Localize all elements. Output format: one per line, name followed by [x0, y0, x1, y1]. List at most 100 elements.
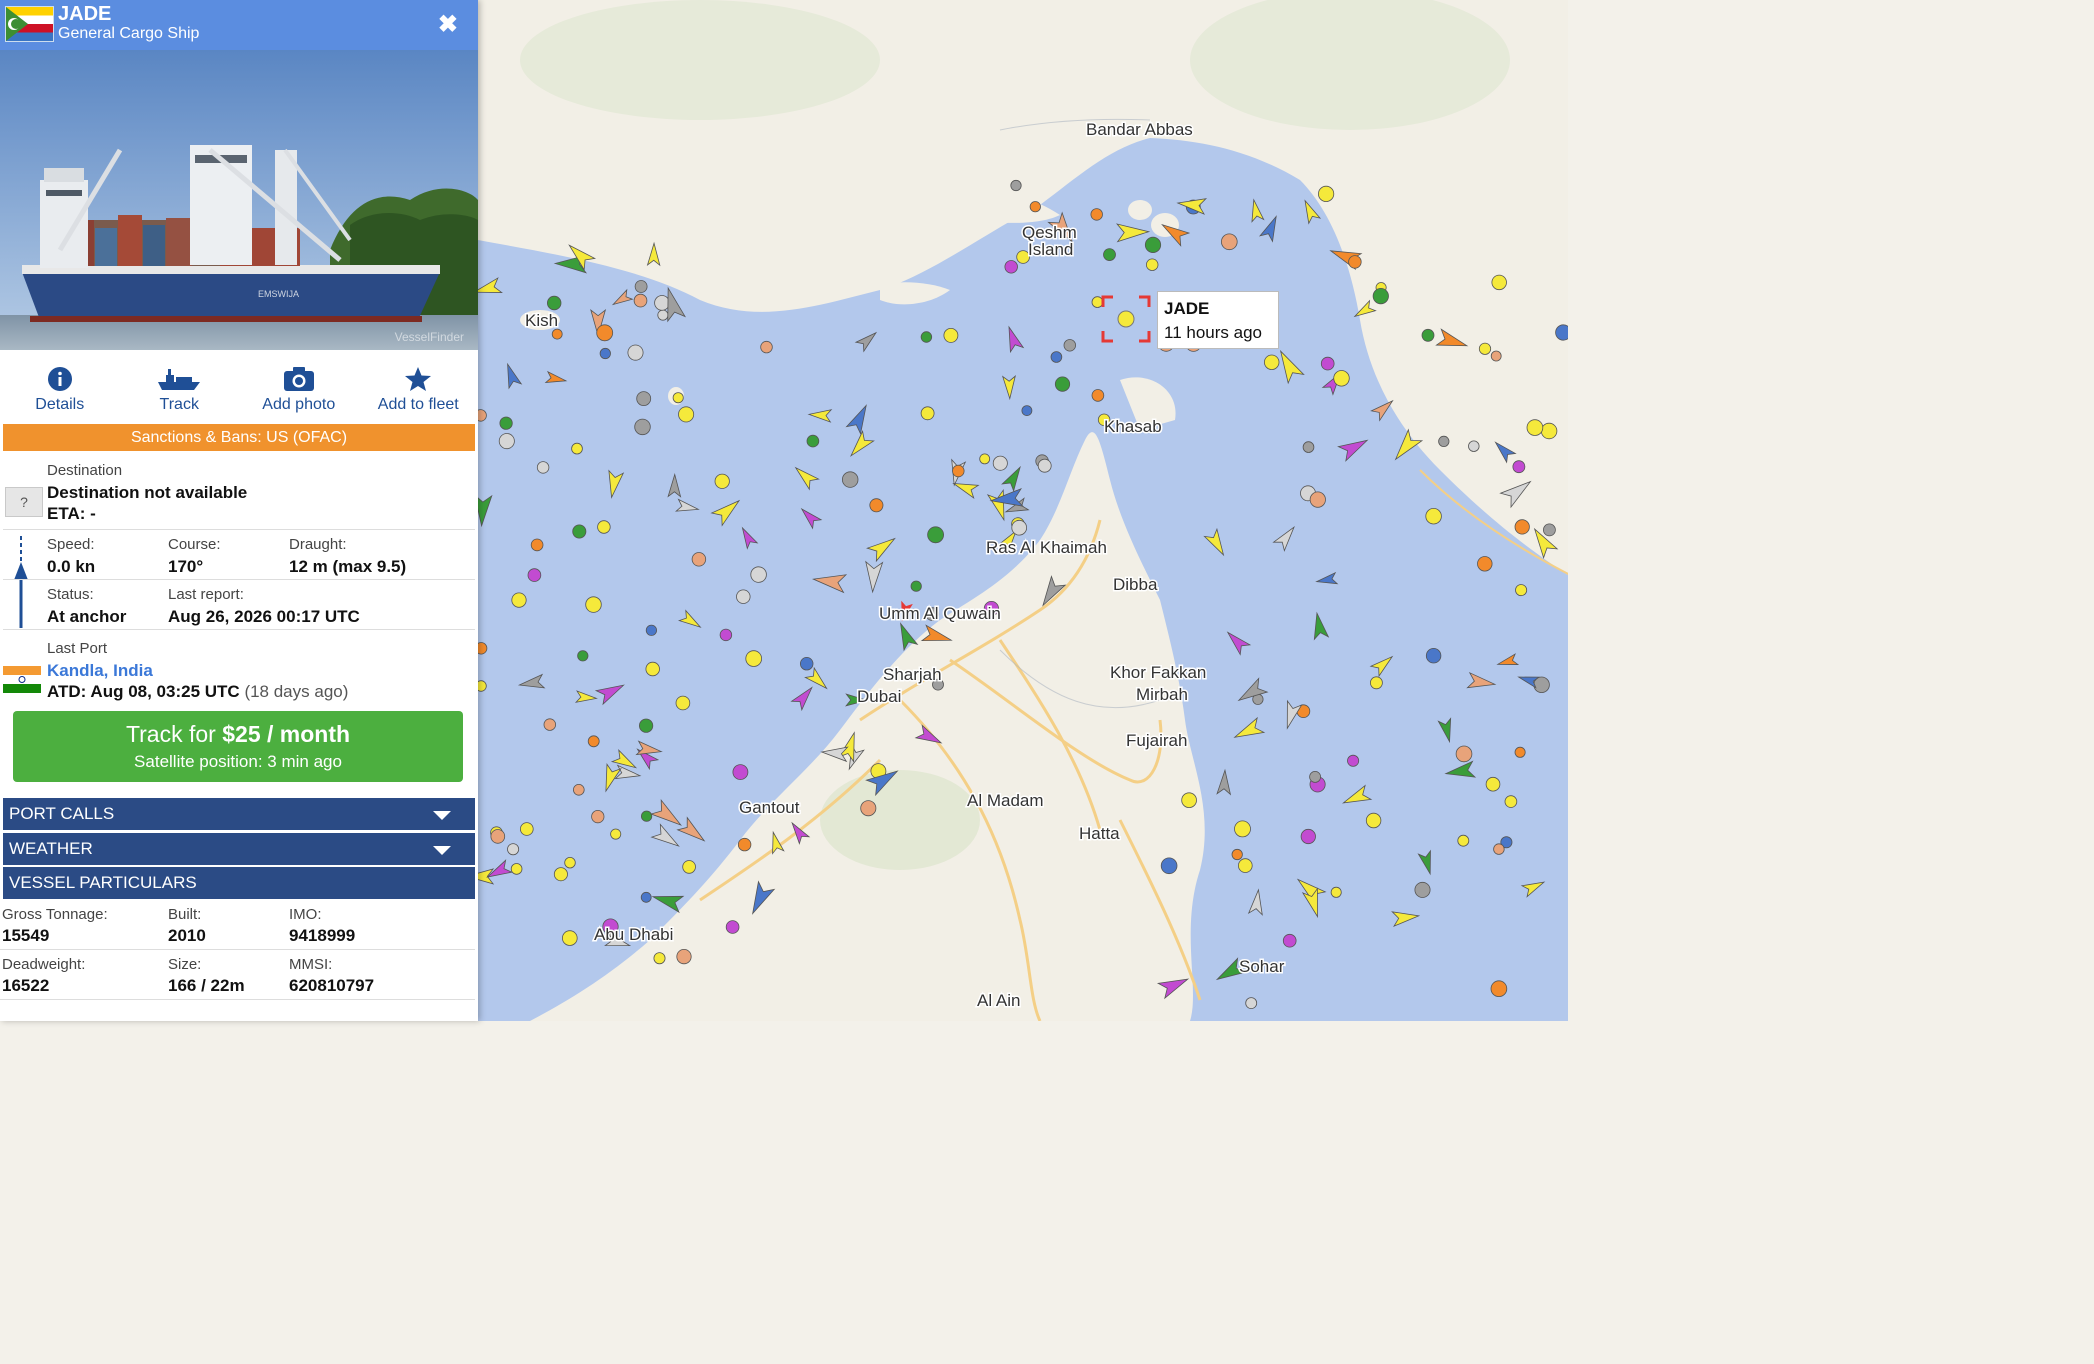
vessel-marker[interactable]	[1372, 287, 1389, 305]
vessel-marker[interactable]	[750, 566, 767, 583]
vessel-marker[interactable]	[1091, 389, 1105, 402]
vessel-marker[interactable]	[1478, 342, 1492, 355]
vessel-marker[interactable]	[1370, 676, 1383, 690]
vessel-marker[interactable]	[478, 409, 487, 422]
vessel-marker[interactable]	[591, 809, 605, 824]
vessel-marker[interactable]	[842, 471, 859, 488]
vessel-marker[interactable]	[564, 857, 576, 869]
close-icon[interactable]: ✖	[438, 10, 458, 39]
vessel-marker[interactable]	[736, 589, 751, 604]
vessel-marker[interactable]	[1504, 795, 1518, 808]
vessel-marker[interactable]	[1425, 648, 1442, 664]
vessel-marker[interactable]	[691, 552, 707, 567]
vessel-marker[interactable]	[478, 680, 487, 692]
vessel-marker[interactable]	[1221, 233, 1238, 251]
vessel-marker[interactable]	[1021, 405, 1033, 417]
vessel-marker[interactable]	[1309, 771, 1321, 783]
vessel-marker[interactable]	[1526, 419, 1544, 436]
vessel-marker[interactable]	[1490, 350, 1502, 362]
selected-vessel-marker[interactable]	[1101, 295, 1151, 343]
vessel-marker[interactable]	[530, 538, 544, 552]
vessel-marker[interactable]	[1231, 848, 1243, 861]
vessel-marker[interactable]	[1543, 523, 1556, 537]
vessel-marker[interactable]	[610, 828, 622, 840]
last-port-link[interactable]: Kandla, India	[47, 661, 153, 681]
vessel-marker[interactable]	[1477, 556, 1493, 572]
map-view[interactable]: Bandar Abbas Qeshm Island Kish Khasab Ras Al …	[478, 0, 1568, 1021]
vessel-marker[interactable]	[1145, 258, 1159, 271]
vessel-marker[interactable]	[571, 442, 583, 455]
vessel-marker[interactable]	[1512, 460, 1526, 474]
vessel-marker[interactable]	[1309, 491, 1326, 508]
vessel-marker[interactable]	[943, 327, 959, 343]
vessel-marker[interactable]	[992, 455, 1008, 471]
vessel-marker[interactable]	[745, 650, 762, 667]
map-canvas[interactable]: Bandar AbbasQeshmIslandKishKhasabRas Al …	[478, 0, 1568, 1021]
vessel-marker[interactable]	[478, 642, 488, 655]
vessel-marker[interactable]	[952, 464, 965, 478]
vessel-marker[interactable]	[1555, 324, 1568, 341]
vessel-marker[interactable]	[910, 580, 922, 592]
vessel-photo[interactable]: EMSWIJA VesselFinder	[0, 50, 478, 350]
vessel-marker[interactable]	[1514, 746, 1526, 758]
vessel-marker[interactable]	[1263, 354, 1280, 371]
details-button[interactable]: Details	[0, 350, 120, 422]
vessel-marker[interactable]	[1330, 886, 1342, 898]
vessel-marker[interactable]	[1238, 858, 1253, 873]
vessel-marker[interactable]	[1491, 274, 1507, 291]
add-photo-button[interactable]: Add photo	[239, 350, 359, 422]
vessel-marker[interactable]	[1300, 828, 1316, 845]
vessel-marker[interactable]	[725, 920, 740, 934]
vessel-marker[interactable]	[640, 810, 653, 822]
vessel-marker[interactable]	[596, 324, 614, 342]
vessel-marker[interactable]	[547, 295, 562, 311]
vessel-marker[interactable]	[678, 406, 695, 423]
vessel-marker[interactable]	[672, 392, 684, 404]
port-calls-section[interactable]: PORT CALLS	[3, 798, 475, 830]
vessel-marker[interactable]	[634, 280, 648, 293]
vessel-marker[interactable]	[640, 891, 652, 903]
vessel-marker[interactable]	[645, 624, 658, 636]
vessel-marker[interactable]	[1245, 997, 1258, 1009]
vessel-marker[interactable]	[1333, 370, 1350, 387]
vessel-marker[interactable]	[1004, 260, 1018, 274]
vessel-marker[interactable]	[1234, 820, 1251, 838]
vessel-marker[interactable]	[638, 718, 654, 733]
vessel-marker[interactable]	[1282, 933, 1297, 948]
vessel-marker[interactable]	[1320, 356, 1335, 371]
vessel-marker[interactable]	[1414, 881, 1431, 898]
sanctions-banner[interactable]: Sanctions & Bans: US (OFAC)	[3, 424, 475, 451]
vessel-marker[interactable]	[860, 800, 877, 817]
vessel-marker[interactable]	[1347, 754, 1360, 767]
vessel-marker[interactable]	[927, 526, 944, 544]
vessel-marker[interactable]	[510, 863, 523, 875]
vessel-tooltip[interactable]: JADE 11 hours ago	[1157, 291, 1279, 349]
vessel-marker[interactable]	[1054, 376, 1071, 392]
vessel-marker[interactable]	[920, 406, 935, 421]
vessel-marker[interactable]	[511, 592, 527, 608]
vessel-marker[interactable]	[572, 524, 587, 539]
vessel-marker[interactable]	[519, 822, 534, 836]
vessel-marker[interactable]	[737, 837, 752, 852]
vessel-marker[interactable]	[499, 416, 513, 430]
vessel-marker[interactable]	[536, 461, 550, 474]
vessel-marker[interactable]	[1010, 179, 1022, 192]
vessel-marker[interactable]	[585, 596, 602, 613]
vessel-marker[interactable]	[1037, 458, 1052, 473]
vessel-marker[interactable]	[572, 783, 585, 796]
vessel-marker[interactable]	[636, 391, 652, 407]
vessel-marker[interactable]	[561, 930, 578, 946]
vessel-marker[interactable]	[657, 309, 669, 321]
vessel-marker[interactable]	[1011, 519, 1027, 536]
vessel-marker[interactable]	[654, 295, 670, 311]
vessel-marker[interactable]	[627, 344, 644, 361]
vessel-marker[interactable]	[490, 829, 506, 844]
vessel-marker[interactable]	[800, 657, 814, 671]
vessel-marker[interactable]	[682, 860, 696, 874]
vessel-particulars-section[interactable]: VESSEL PARTICULARS	[3, 867, 475, 899]
vessel-marker[interactable]	[633, 293, 648, 308]
vessel-marker[interactable]	[1318, 185, 1335, 202]
vessel-marker[interactable]	[1457, 834, 1470, 847]
vessel-marker[interactable]	[1421, 328, 1435, 342]
vessel-marker[interactable]	[553, 867, 568, 882]
